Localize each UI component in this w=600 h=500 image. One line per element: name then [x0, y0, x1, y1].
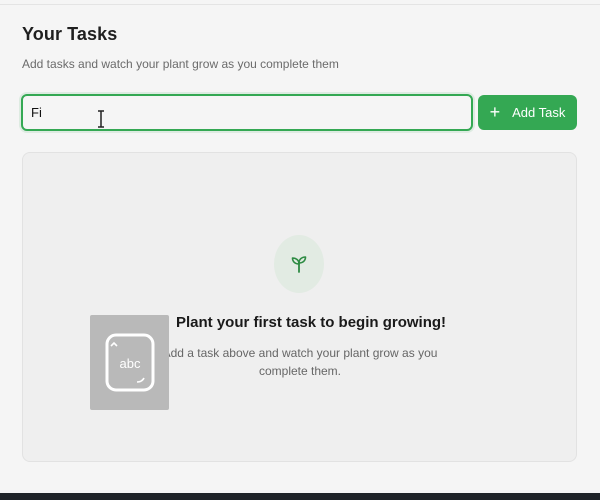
bottom-bar: [0, 493, 600, 500]
sprout-icon: [291, 256, 307, 273]
add-task-button[interactable]: + Add Task: [478, 95, 577, 130]
empty-state-text: Add a task above and watch your plant gr…: [162, 346, 438, 378]
task-input[interactable]: [23, 96, 471, 129]
text-cursor-icon: [98, 110, 104, 128]
empty-state-heading: Plant your first task to begin growing!: [176, 314, 447, 331]
plus-icon: +: [489, 101, 501, 122]
task-input-wrapper[interactable]: [21, 94, 473, 131]
add-task-label: Add Task: [512, 105, 566, 120]
task-page: Your Tasks Add tasks and watch your plan…: [0, 0, 600, 500]
page-title: Your Tasks: [22, 24, 118, 44]
empty-state-card: [22, 152, 577, 462]
top-divider: [0, 4, 600, 5]
page-subtitle: Add tasks and watch your plant grow as y…: [22, 57, 339, 71]
sprout-icon-container: [274, 235, 324, 293]
ime-label: abc: [119, 356, 141, 371]
